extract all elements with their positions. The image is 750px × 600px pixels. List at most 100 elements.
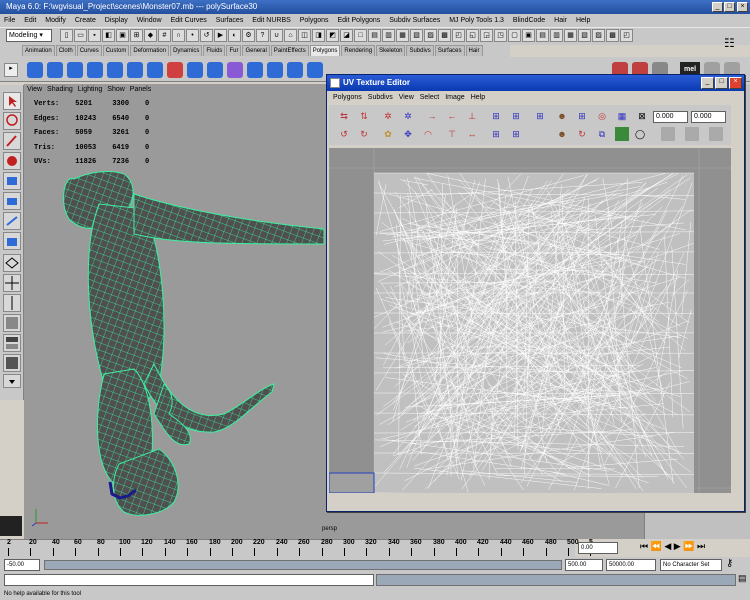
tab-subdivs[interactable]: Subdivs <box>406 45 434 56</box>
cut-uv-icon[interactable]: → <box>425 109 439 123</box>
tab-cloth[interactable]: Cloth <box>55 45 76 56</box>
layout-b-icon[interactable] <box>3 334 21 352</box>
checker-icon[interactable]: ⊠ <box>635 109 649 123</box>
toggle-r-icon[interactable]: ▤ <box>536 29 549 42</box>
toggle-e-icon[interactable]: □ <box>354 29 367 42</box>
combine-icon[interactable] <box>147 62 163 78</box>
separate-icon[interactable] <box>167 62 183 78</box>
move-sew-icon[interactable]: ⊥ <box>465 109 479 123</box>
vp-menu-panels[interactable]: Panels <box>130 86 151 93</box>
uv-menu-subdivs[interactable]: Subdivs <box>368 94 393 101</box>
image-range-icon[interactable]: ▦ <box>615 109 629 123</box>
menu-edit-curves[interactable]: Edit Curves <box>171 17 207 24</box>
tab-skeleton[interactable]: Skeleton <box>376 45 406 56</box>
toggle-w-icon[interactable]: ▩ <box>606 29 619 42</box>
menu-edit-polygons[interactable]: Edit Polygons <box>338 17 381 24</box>
play-back-icon[interactable]: ◀ <box>664 541 671 551</box>
menu-edit[interactable]: Edit <box>24 17 36 24</box>
vp-menu-view[interactable]: View <box>27 86 42 93</box>
select-tool-icon[interactable] <box>3 92 21 110</box>
grid-c-icon[interactable]: ⊞ <box>575 109 589 123</box>
flip-v-icon[interactable]: ⇅ <box>357 109 371 123</box>
tab-polygons[interactable]: Polygons <box>309 45 341 56</box>
menu-mj-poly-tools[interactable]: MJ Poly Tools 1.3 <box>449 17 504 24</box>
layout-menu-icon[interactable] <box>3 374 21 388</box>
layout-c-icon[interactable] <box>3 354 21 372</box>
go-end-icon[interactable]: ⏭ <box>697 541 705 551</box>
tab-rendering[interactable]: Rendering <box>341 45 376 56</box>
render-globals-icon[interactable]: ⚙ <box>242 29 255 42</box>
circle-icon[interactable]: ◯ <box>633 127 647 141</box>
smooth-icon[interactable] <box>227 62 243 78</box>
shelf-options-icon[interactable]: ▸ <box>4 63 18 77</box>
poly-torus-icon[interactable] <box>127 62 143 78</box>
toggle-k-icon[interactable]: ▩ <box>438 29 451 42</box>
uv-close-button[interactable]: × <box>729 77 742 89</box>
toggle-uv-a-icon[interactable] <box>661 127 675 141</box>
toggle-s-icon[interactable]: ▥ <box>550 29 563 42</box>
toggle-g-icon[interactable]: ▥ <box>382 29 395 42</box>
bevel-icon[interactable] <box>287 62 303 78</box>
layout-a-icon[interactable] <box>3 314 21 332</box>
toggle-u-icon[interactable]: ▧ <box>578 29 591 42</box>
toggle-v-icon[interactable]: ▨ <box>592 29 605 42</box>
rotate-ccw-icon[interactable]: ✲ <box>381 109 395 123</box>
select-object-icon[interactable]: ▣ <box>116 29 129 42</box>
range-start-field[interactable]: -50.00 <box>4 559 40 571</box>
toggle-i-icon[interactable]: ▧ <box>410 29 423 42</box>
menu-polygons[interactable]: Polygons <box>300 17 329 24</box>
flip-u-icon[interactable]: ⇆ <box>337 109 351 123</box>
menu-file[interactable]: File <box>4 17 15 24</box>
align-top-icon[interactable]: ⊤ <box>445 127 459 141</box>
redo-icon[interactable]: ↻ <box>357 127 371 141</box>
step-forward-icon[interactable]: ⏩ <box>683 541 694 551</box>
uv-u-field[interactable]: 0.000 <box>653 111 688 123</box>
select-component-icon[interactable]: ⊞ <box>130 29 143 42</box>
step-back-icon[interactable]: ⏪ <box>651 541 662 551</box>
uv-scrollbar[interactable] <box>731 105 743 493</box>
uv-maximize-button[interactable]: □ <box>715 77 728 89</box>
uv-minimize-button[interactable]: _ <box>701 77 714 89</box>
rotate-cw-icon[interactable]: ✲ <box>401 109 415 123</box>
tab-painteffects[interactable]: PaintEffects <box>270 45 309 56</box>
poly-sphere-icon[interactable] <box>27 62 43 78</box>
tab-fur[interactable]: Fur <box>226 45 242 56</box>
play-forward-icon[interactable]: ▶ <box>674 541 681 551</box>
menu-hair[interactable]: Hair <box>554 17 567 24</box>
person-icon[interactable]: ☻ <box>555 109 569 123</box>
undo-icon[interactable]: ↺ <box>337 127 351 141</box>
close-button[interactable]: × <box>737 2 748 12</box>
toggle-d-icon[interactable]: ◪ <box>340 29 353 42</box>
tab-custom[interactable]: Custom <box>102 45 130 56</box>
script-editor-icon[interactable]: ▤ <box>738 573 747 584</box>
command-input[interactable] <box>4 574 374 586</box>
tab-curves[interactable]: Curves <box>76 45 102 56</box>
toggle-uv-b-icon[interactable] <box>685 127 699 141</box>
single-pane-icon[interactable] <box>3 254 21 272</box>
poly-cylinder-icon[interactable] <box>67 62 83 78</box>
ipr-icon[interactable]: ◐ <box>228 29 241 42</box>
range-slider[interactable] <box>44 560 562 570</box>
magnet-icon[interactable]: ∪ <box>270 29 283 42</box>
grid-a-icon[interactable]: ⊞ <box>509 109 523 123</box>
uv-menu-image[interactable]: Image <box>445 94 464 101</box>
manipulator-icon[interactable] <box>3 212 21 230</box>
open-scene-icon[interactable]: ▭ <box>74 29 87 42</box>
tab-dynamics[interactable]: Dynamics <box>170 45 203 56</box>
uv-menu-help[interactable]: Help <box>471 94 485 101</box>
toggle-q-icon[interactable]: ▣ <box>522 29 535 42</box>
list-icon[interactable]: ☷ <box>724 36 748 50</box>
select-hierarchy-icon[interactable]: ◧ <box>102 29 115 42</box>
extrude-edge-icon[interactable] <box>267 62 283 78</box>
extrude-face-icon[interactable] <box>247 62 263 78</box>
relax-icon[interactable]: ◠ <box>421 127 435 141</box>
menu-blindcode[interactable]: BlindCode <box>513 17 545 24</box>
scale-tool-icon[interactable] <box>3 192 21 210</box>
menu-surfaces[interactable]: Surfaces <box>216 17 244 24</box>
poly-plane-icon[interactable] <box>107 62 123 78</box>
toggle-a-icon[interactable]: ◫ <box>298 29 311 42</box>
menu-create[interactable]: Create <box>75 17 96 24</box>
paint-select-icon[interactable] <box>3 132 21 150</box>
sew-uv-icon[interactable]: ← <box>445 109 459 123</box>
split-icon[interactable] <box>307 62 323 78</box>
